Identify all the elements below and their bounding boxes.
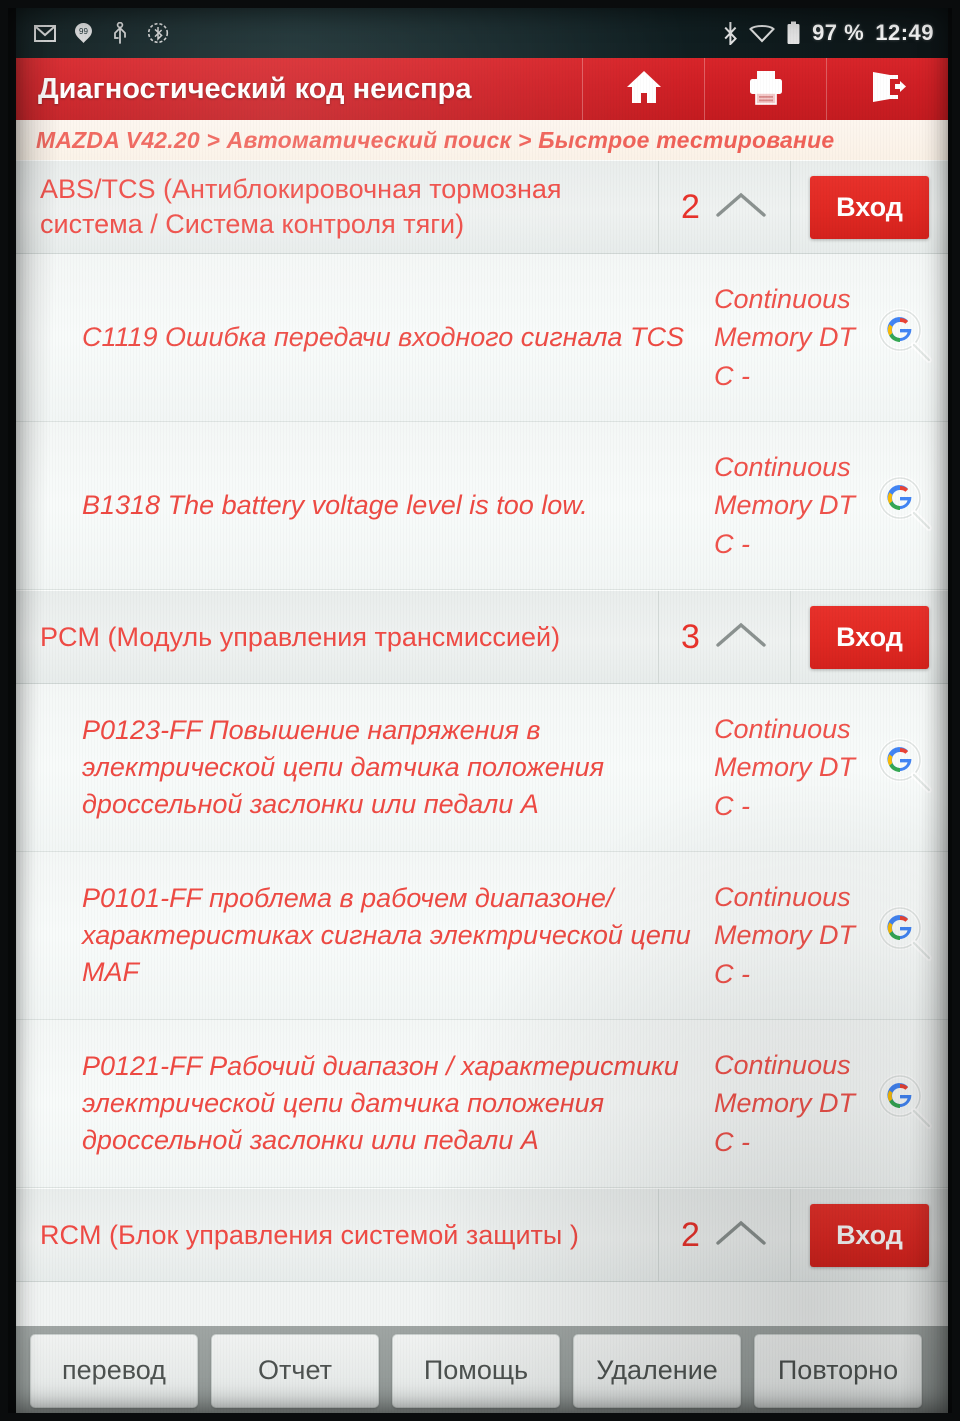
- system-action-cell: Вход: [790, 591, 948, 683]
- gmail-icon: [34, 24, 56, 42]
- enter-button[interactable]: Вход: [810, 605, 929, 669]
- system-dtc-count: 3: [681, 617, 700, 656]
- google-search-icon[interactable]: [873, 902, 935, 969]
- delete-button[interactable]: Удаление: [573, 1333, 741, 1408]
- dtc-search-cell[interactable]: [860, 852, 948, 1019]
- page-title: Диагностический код неиспра: [38, 72, 472, 105]
- system-name-label: ABS/TCS (Антиблокировочная тормозная сис…: [40, 174, 562, 239]
- dtc-description: C1119 Ошибка передачи входного сигнала T…: [82, 321, 684, 352]
- enter-button[interactable]: Вход: [810, 175, 929, 239]
- report-button[interactable]: Отчет: [211, 1333, 379, 1408]
- dtc-row[interactable]: C1119 Ошибка передачи входного сигнала T…: [16, 254, 948, 422]
- dtc-row[interactable]: B1318 The battery voltage level is too l…: [16, 422, 948, 590]
- svg-text:99: 99: [79, 27, 88, 36]
- exit-button[interactable]: [826, 58, 948, 120]
- system-header-row[interactable]: ABS/TCS (Антиблокировочная тормозная сис…: [16, 160, 948, 254]
- battery-icon: [786, 21, 801, 45]
- dtc-row[interactable]: P0101-FF проблема в рабочем диапазоне/ха…: [16, 852, 948, 1020]
- help-button[interactable]: Помощь: [392, 1333, 560, 1408]
- retry-button[interactable]: Повторно: [754, 1333, 922, 1408]
- enter-button[interactable]: Вход: [810, 1203, 929, 1267]
- dtc-row[interactable]: P0121-FF Рабочий диапазон / характеристи…: [16, 1020, 948, 1188]
- system-action-cell: Вход: [790, 1189, 948, 1281]
- chevron-up-icon[interactable]: [714, 1217, 768, 1254]
- system-name-label: RCM (Блок управления системой защиты ): [40, 1219, 579, 1250]
- google-search-icon[interactable]: [873, 304, 935, 371]
- dtc-status: Continuous Memory DTC -: [714, 714, 855, 821]
- dtc-status: Continuous Memory DTC -: [714, 452, 855, 559]
- bluetooth-settings-icon: [147, 22, 169, 44]
- system-dtc-count: 2: [681, 187, 700, 226]
- bluetooth-icon: [723, 21, 738, 45]
- clock-label: 12:49: [875, 20, 934, 45]
- dtc-description: P0123-FF Повышение напряжения в электрич…: [82, 714, 605, 820]
- home-button[interactable]: [582, 58, 704, 120]
- system-count-cell[interactable]: 2: [658, 1189, 790, 1281]
- translate-button[interactable]: перевод: [30, 1333, 198, 1408]
- dtc-list[interactable]: ABS/TCS (Антиблокировочная тормозная сис…: [16, 160, 948, 1326]
- dtc-search-cell[interactable]: [860, 422, 948, 589]
- dtc-row[interactable]: P0123-FF Повышение напряжения в электрич…: [16, 684, 948, 852]
- print-icon: [746, 68, 786, 111]
- wifi-icon: [749, 23, 776, 43]
- system-count-cell[interactable]: 2: [658, 161, 790, 253]
- print-button[interactable]: [704, 58, 826, 120]
- exit-icon: [868, 68, 908, 111]
- device-screen: 99 97 % 12:49 Диагностический код неиспр…: [16, 8, 948, 1418]
- tablet-device-photo: 99 97 % 12:49 Диагностический код неиспр…: [0, 0, 960, 1421]
- android-status-bar: 99 97 % 12:49: [16, 8, 948, 58]
- google-search-icon[interactable]: [873, 734, 935, 801]
- hangouts-icon: 99: [74, 22, 93, 44]
- system-dtc-count: 2: [681, 1215, 700, 1254]
- dtc-description: B1318 The battery voltage level is too l…: [82, 489, 588, 520]
- system-header-row[interactable]: RCM (Блок управления системой защиты ) 2…: [16, 1188, 948, 1282]
- status-bar-right-icons: 97 % 12:49: [723, 20, 934, 46]
- dtc-status: Continuous Memory DTC -: [714, 882, 855, 989]
- system-header-row[interactable]: PCM (Модуль управления трансмиссией) 3 В…: [16, 590, 948, 684]
- system-count-cell[interactable]: 3: [658, 591, 790, 683]
- battery-percent-label: 97 %: [812, 20, 865, 45]
- google-search-icon[interactable]: [873, 1070, 935, 1137]
- dtc-search-cell[interactable]: [860, 684, 948, 851]
- dtc-description: P0121-FF Рабочий диапазон / характеристи…: [82, 1050, 679, 1156]
- system-action-cell: Вход: [790, 161, 948, 253]
- chevron-up-icon[interactable]: [714, 619, 768, 656]
- dtc-status: Continuous Memory DTC -: [714, 284, 855, 391]
- usb-icon: [111, 22, 129, 44]
- dtc-status: Continuous Memory DTC -: [714, 1050, 855, 1157]
- bottom-toolbar: перевод Отчет Помощь Удаление Повторно: [16, 1326, 948, 1418]
- status-bar-left-icons: 99: [34, 22, 169, 44]
- breadcrumb[interactable]: MAZDA V42.20 > Автоматический поиск > Бы…: [16, 120, 948, 160]
- dtc-search-cell[interactable]: [860, 1020, 948, 1187]
- dtc-description: P0101-FF проблема в рабочем диапазоне/ха…: [82, 882, 691, 988]
- system-name-label: PCM (Модуль управления трансмиссией): [40, 621, 561, 652]
- app-title-bar: Диагностический код неиспра: [16, 58, 948, 120]
- google-search-icon[interactable]: [873, 472, 935, 539]
- chevron-up-icon[interactable]: [714, 189, 768, 226]
- home-icon: [624, 68, 664, 111]
- dtc-search-cell[interactable]: [860, 254, 948, 421]
